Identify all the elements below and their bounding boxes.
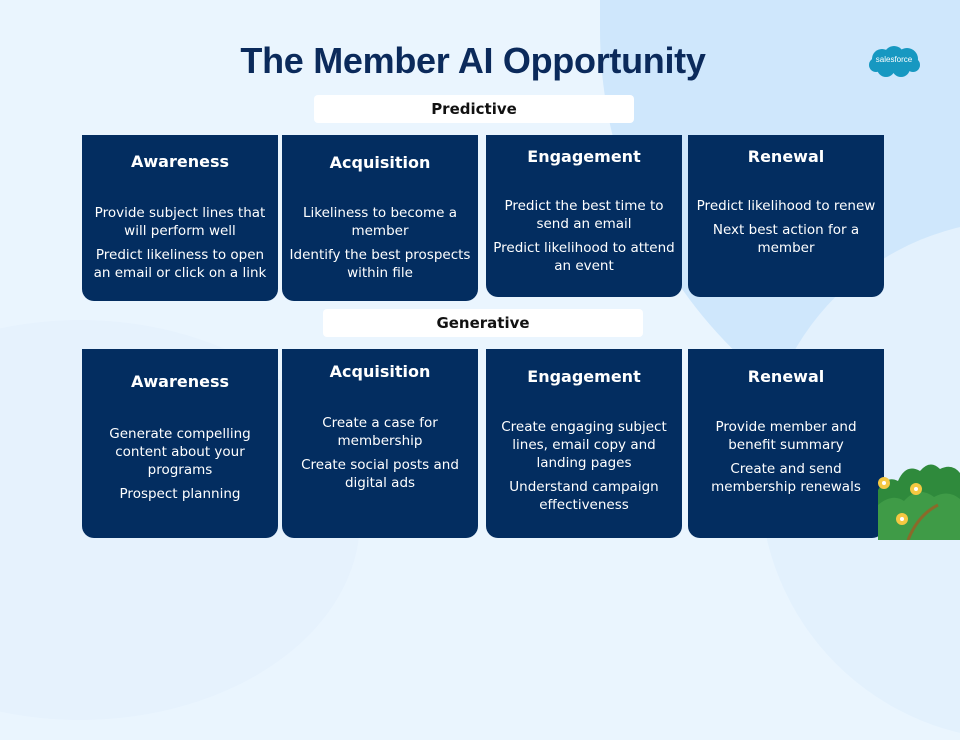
bush-illustration-icon	[878, 464, 960, 540]
salesforce-logo: salesforce	[868, 45, 920, 79]
card-generative-acquisition: Acquisition Create a case for membership…	[282, 349, 478, 538]
card-heading: Engagement	[527, 367, 641, 386]
card-body: Predict likelihood to renew Next best ac…	[694, 197, 878, 263]
section-label-generative: Generative	[323, 309, 643, 337]
card-item: Prospect planning	[119, 486, 241, 502]
card-item: Predict likeliness to open an email or c…	[93, 247, 267, 281]
card-heading: Acquisition	[329, 153, 431, 172]
card-body: Provide subject lines that will perform …	[88, 204, 272, 288]
card-item: Likeliness to become a member	[302, 205, 458, 239]
card-generative-awareness: Awareness Generate compelling content ab…	[82, 349, 278, 538]
slide-title: The Member AI Opportunity	[240, 40, 706, 81]
card-heading: Renewal	[747, 147, 825, 166]
card-generative-engagement: Engagement Create engaging subject lines…	[486, 349, 682, 538]
card-item: Provide subject lines that will perform …	[94, 205, 266, 239]
card-item: Predict likelihood to attend an event	[493, 240, 675, 274]
card-item: Create a case for membership	[322, 415, 438, 449]
card-item: Predict likelihood to renew	[696, 198, 876, 214]
card-item: Create and send membership renewals	[711, 461, 861, 495]
card-predictive-renewal: Renewal Predict likelihood to renew Next…	[688, 135, 884, 297]
card-heading: Awareness	[131, 372, 229, 391]
card-body: Predict the best time to send an email P…	[492, 197, 676, 281]
card-generative-renewal: Renewal Provide member and benefit summa…	[688, 349, 884, 538]
card-item: Generate compelling content about your p…	[109, 426, 251, 478]
card-heading: Engagement	[527, 147, 641, 166]
card-heading: Acquisition	[329, 362, 431, 381]
card-item: Understand campaign effectiveness	[509, 479, 659, 513]
card-item: Create engaging subject lines, email cop…	[501, 419, 667, 471]
card-predictive-engagement: Engagement Predict the best time to send…	[486, 135, 682, 297]
card-item: Create social posts and digital ads	[301, 457, 459, 491]
card-item: Identify the best prospects within file	[289, 247, 471, 281]
section-label-predictive: Predictive	[314, 95, 634, 123]
card-item: Provide member and benefit summary	[715, 419, 857, 453]
card-item: Predict the best time to send an email	[504, 198, 664, 232]
card-heading: Awareness	[131, 152, 229, 171]
card-predictive-acquisition: Acquisition Likeliness to become a membe…	[282, 135, 478, 301]
card-body: Create engaging subject lines, email cop…	[492, 418, 676, 520]
card-item: Next best action for a member	[712, 222, 860, 256]
card-body: Likeliness to become a member Identify t…	[288, 204, 472, 288]
card-body: Provide member and benefit summary Creat…	[694, 418, 878, 502]
logo-text: salesforce	[875, 55, 913, 64]
card-predictive-awareness: Awareness Provide subject lines that wil…	[82, 135, 278, 301]
card-heading: Renewal	[747, 367, 825, 386]
card-body: Generate compelling content about your p…	[88, 425, 272, 509]
card-body: Create a case for membership Create soci…	[288, 414, 472, 498]
